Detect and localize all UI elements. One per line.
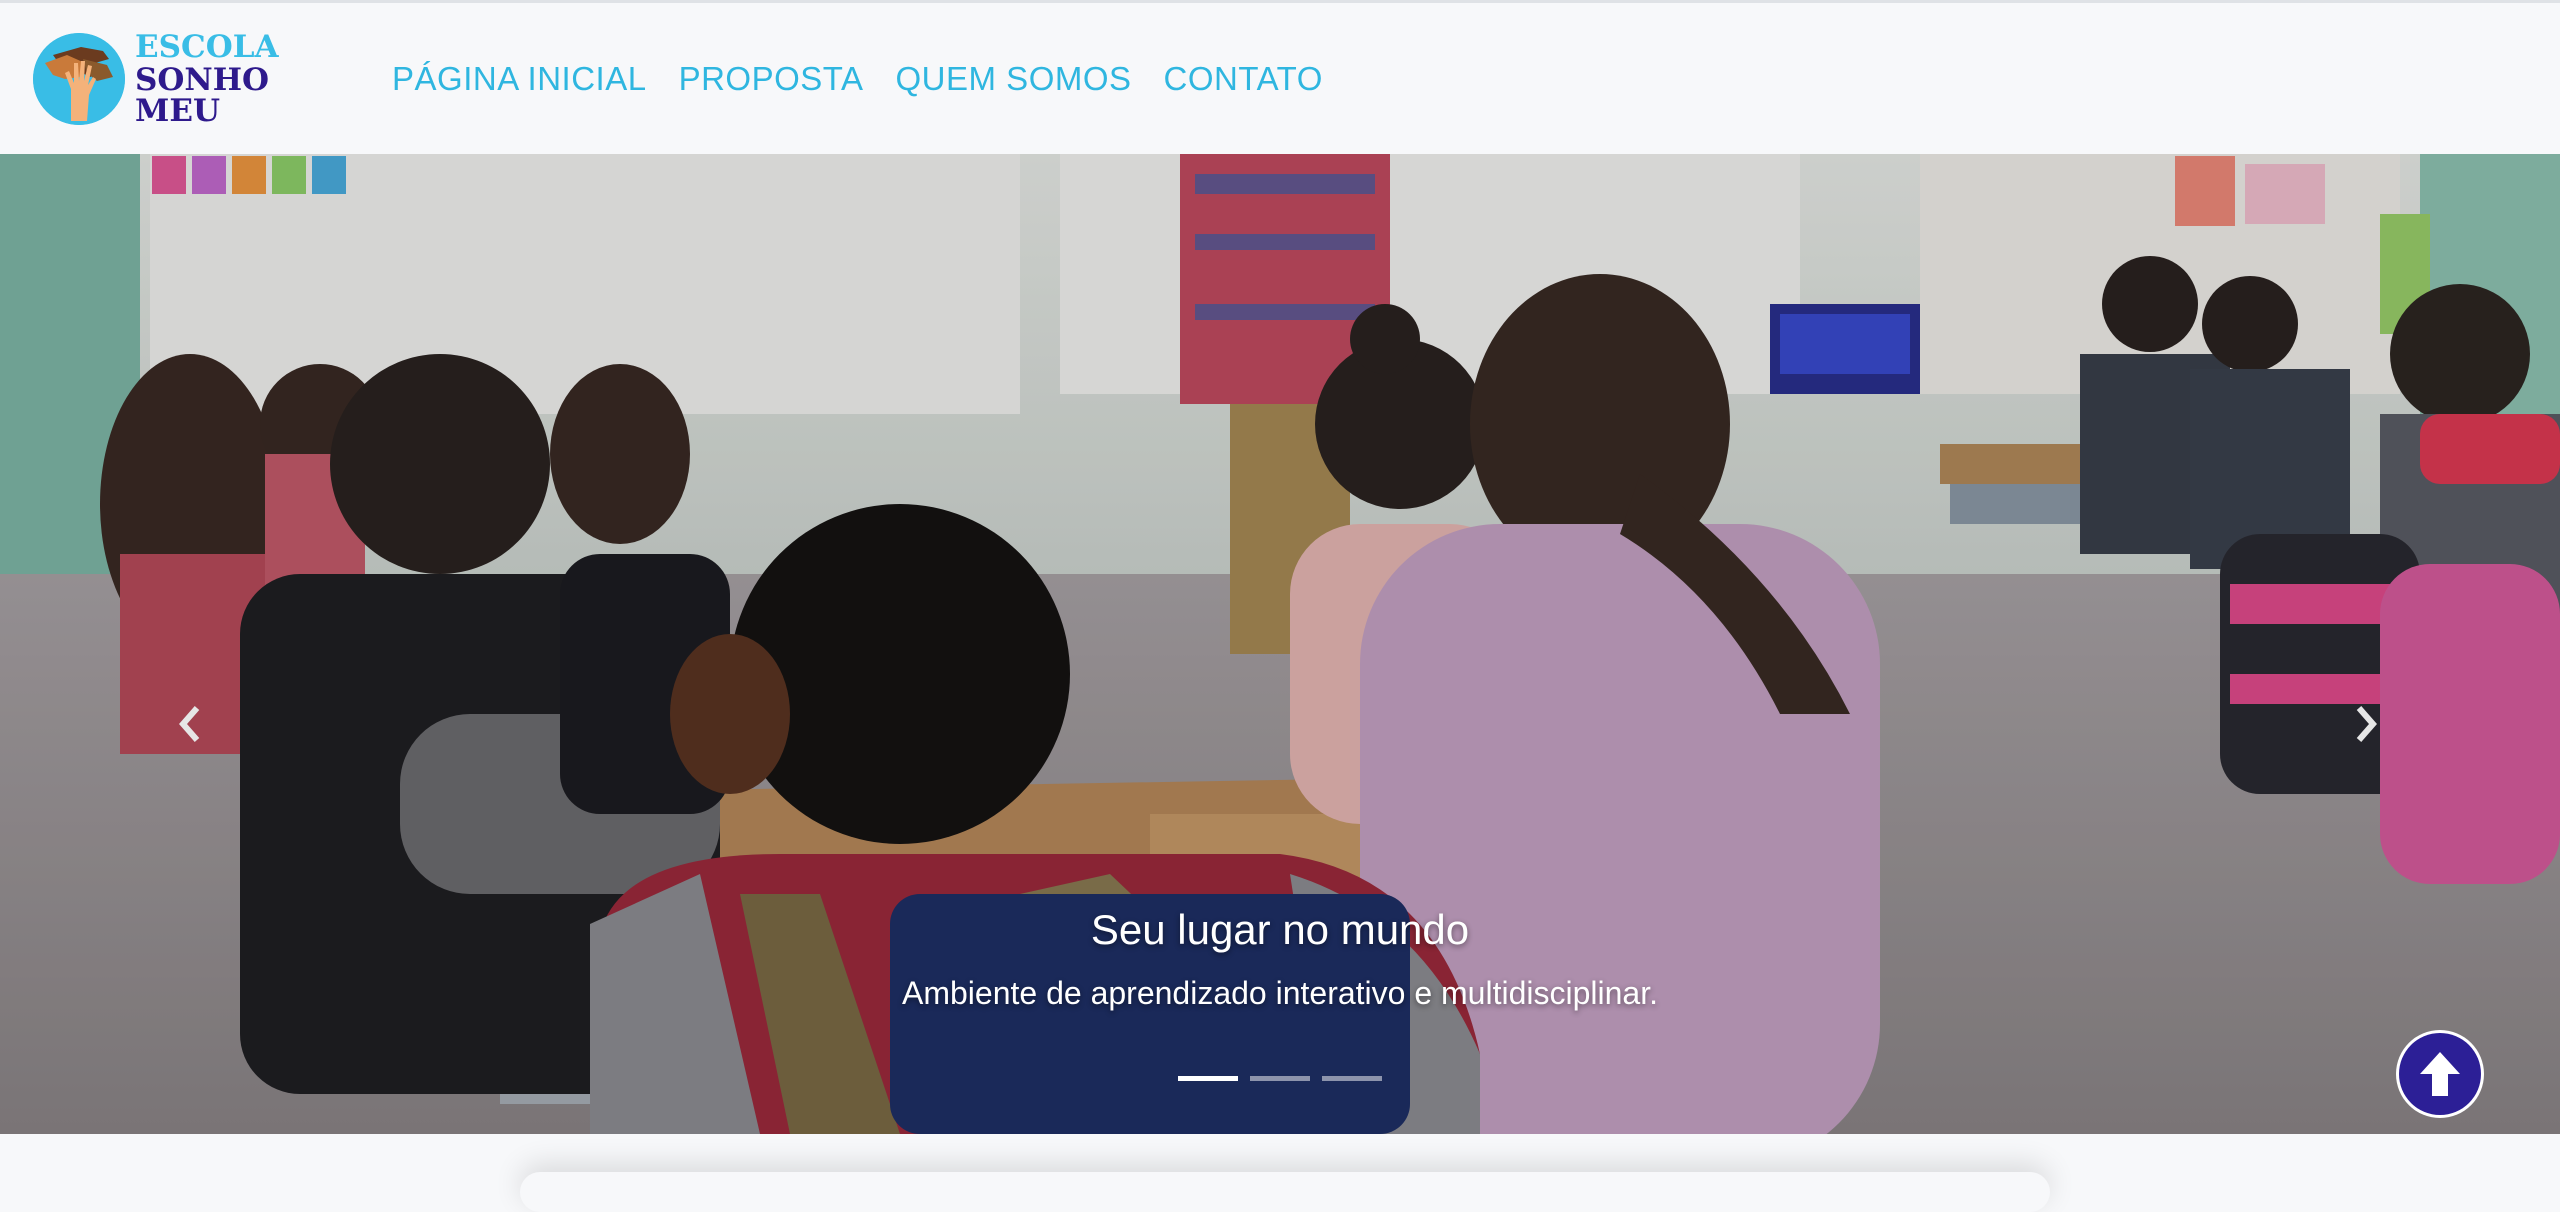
arrow-up-icon (2420, 1052, 2460, 1096)
nav-link-pagina-inicial[interactable]: PÁGINA INICIAL (392, 60, 647, 98)
brand-logo[interactable]: ESCOLA SONHO MEU (33, 28, 343, 129)
brand-wordmark: ESCOLA SONHO MEU (135, 28, 343, 129)
content-card (520, 1172, 2050, 1212)
chevron-left-icon (179, 706, 200, 742)
nav-link-contato[interactable]: CONTATO (1164, 60, 1323, 98)
main-nav: PÁGINA INICIAL PROPOSTA QUEM SOMOS CONTA… (392, 55, 1355, 103)
carousel-indicator-2[interactable] (1250, 1076, 1310, 1081)
carousel-indicator-1[interactable] (1178, 1076, 1238, 1081)
carousel-prev-button[interactable] (160, 674, 220, 774)
nav-link-proposta[interactable]: PROPOSTA (679, 60, 864, 98)
brand-line2: SONHO MEU (135, 61, 270, 129)
carousel-indicator-3[interactable] (1322, 1076, 1382, 1081)
brand-line1: ESCOLA (135, 28, 279, 65)
chevron-right-icon (2356, 706, 2377, 742)
hero-carousel: Seu lugar no mundo Ambiente de aprendiza… (0, 154, 2560, 1134)
hands-logo-icon (33, 33, 125, 125)
nav-link-quem-somos[interactable]: QUEM SOMOS (896, 60, 1132, 98)
slide-title: Seu lugar no mundo (1090, 906, 1470, 953)
carousel-next-button[interactable] (2336, 674, 2396, 774)
slide-subtitle: Ambiente de aprendizado interativo e mul… (902, 975, 1658, 1011)
navbar: ESCOLA SONHO MEU PÁGINA INICIAL PROPOSTA… (0, 3, 2560, 154)
back-to-top-button[interactable] (2399, 1033, 2481, 1115)
carousel-indicators (1178, 1076, 1394, 1081)
